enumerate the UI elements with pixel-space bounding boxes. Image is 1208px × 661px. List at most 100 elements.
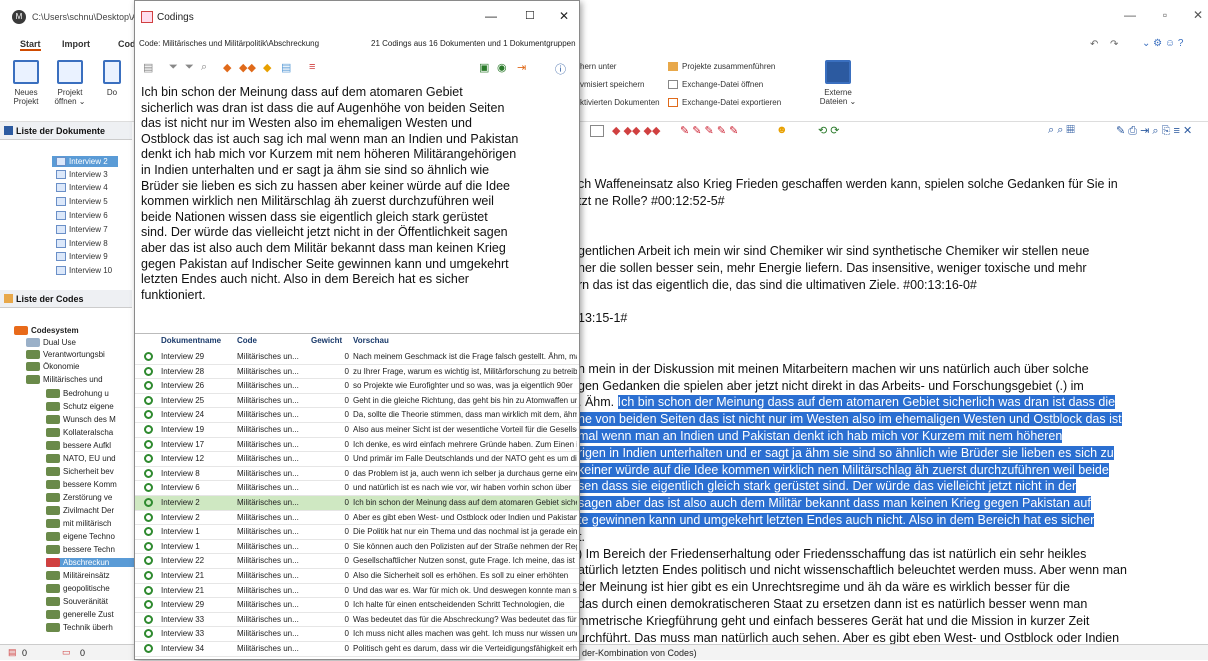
code-item[interactable]: Ökonomie <box>26 362 79 372</box>
undo-icon[interactable]: ↶ <box>1090 39 1098 50</box>
doc-item[interactable]: Interview 7 <box>56 225 108 235</box>
doc-item[interactable]: Interview 8 <box>56 239 108 249</box>
highlight-pens-icon[interactable]: ✎ ✎ ✎ ✎ ✎ <box>680 124 738 137</box>
code-item[interactable]: Technik überh <box>46 623 113 633</box>
coded-segment-highlight[interactable]: te gewinnen kann und umgekehrt letzten E… <box>578 513 1095 527</box>
table-row[interactable]: Interview 6 Militärisches un... 0 und natür… <box>135 481 579 496</box>
code-item[interactable]: generelle Zust <box>46 610 114 620</box>
doc-item[interactable]: Interview 5 <box>56 197 108 207</box>
doc-item-interview-2[interactable]: Interview 2 <box>52 156 118 168</box>
table-row[interactable]: Interview 1 Militärisches un... 0 Sie könne… <box>135 540 579 555</box>
code-item[interactable]: Wunsch des M <box>46 415 116 425</box>
dialog-close-button[interactable]: ✕ <box>559 9 569 23</box>
minimize-button[interactable]: — <box>1120 8 1140 24</box>
doc-icon[interactable]: ▤ <box>143 61 153 74</box>
tab-codes[interactable]: Cod <box>118 39 136 49</box>
dialog-minimize-button[interactable]: — <box>485 9 497 23</box>
table-row[interactable]: Interview 26 Militärisches un... 0 so Proje… <box>135 379 579 394</box>
table-row[interactable]: Interview 25 Militärisches un... 0 Geht in … <box>135 394 579 409</box>
anonymize-item[interactable]: vmisiert speichern <box>580 80 644 89</box>
code-system-root[interactable]: Codesystem <box>14 326 79 336</box>
maximize-button[interactable]: ▫ <box>1155 8 1175 24</box>
filter-off-icon[interactable]: ⏷ <box>185 61 194 74</box>
code-item[interactable]: Militärisches und <box>26 375 103 385</box>
close-button[interactable]: ✕ <box>1188 8 1208 24</box>
doc-button[interactable]: Do <box>92 60 132 97</box>
code-dropdown[interactable] <box>590 125 604 137</box>
coded-segment-highlight[interactable]: sen dass sie eigentlich gleich stark ger… <box>578 479 1077 494</box>
table-row[interactable]: Interview 24 Militärisches un... 0 Da, soll… <box>135 408 579 423</box>
code-item[interactable]: Militäreinsätz <box>46 571 110 581</box>
column-header-document[interactable]: Dokumentname <box>161 334 221 348</box>
coded-segment-highlight[interactable]: he von beiden Seiten das ist nicht nur i… <box>578 412 1122 427</box>
highlight-icon[interactable]: ≡ <box>309 61 315 73</box>
table-row[interactable]: Interview 19 Militärisches un... 0 Also aus… <box>135 423 579 438</box>
external-files-button[interactable]: Externe Dateien ⌄ <box>816 60 860 106</box>
tag-icon[interactable]: ◆ <box>263 61 271 74</box>
code-item[interactable]: Bedrohung u <box>46 389 109 399</box>
coded-segment-highlight[interactable]: rigen in Indien unterhalten und er sagt … <box>578 445 1114 460</box>
code-item[interactable]: geopolitische <box>46 584 110 594</box>
code-item-abschreckung[interactable]: Abschreckun <box>46 558 140 568</box>
dialog-maximize-button[interactable]: ☐ <box>525 9 535 22</box>
column-header-preview[interactable]: Vorschau <box>353 334 389 348</box>
code-item[interactable]: Dual Use <box>26 338 76 348</box>
table-row[interactable]: Interview 21 Militärisches un... 0 Und das … <box>135 584 579 599</box>
doc-item[interactable]: Interview 3 <box>56 170 108 180</box>
activated-docs-item[interactable]: ktivierten Dokumenten <box>580 98 660 107</box>
code-item[interactable]: Sicherheit bev <box>46 467 114 477</box>
table-row[interactable]: Interview 33 Militärisches un... 0 Was bede… <box>135 613 579 628</box>
settings-icon[interactable]: ⌄ ⚙ ☺ ? <box>1142 38 1183 49</box>
info-icon[interactable]: ⓘ <box>555 61 566 77</box>
document-text-area[interactable]: ch Waffeneinsatz also Krieg Frieden gesc… <box>578 144 1208 644</box>
code-item[interactable]: Schutz eigene <box>46 402 114 412</box>
save-as-item[interactable]: hern unter <box>580 62 616 71</box>
doc-item[interactable]: Interview 10 <box>56 266 112 276</box>
exchange-open-item[interactable]: Exchange-Datei öffnen <box>668 80 763 90</box>
table-row[interactable]: Interview 34 Militärisches un... 0 Politisc… <box>135 642 579 657</box>
coded-segment-highlight[interactable]: keiner würde auf die Idee kommen wirklic… <box>578 462 1109 477</box>
export-icon[interactable]: ⇥ <box>517 61 526 74</box>
tab-import[interactable]: Import <box>62 39 90 49</box>
table-row[interactable]: Interview 1 Militärisches un... 0 Die Polit… <box>135 525 579 540</box>
open-project-button[interactable]: Projekt öffnen ⌄ <box>48 60 92 106</box>
doc-item[interactable]: Interview 4 <box>56 183 108 193</box>
new-project-button[interactable]: Neues Projekt <box>4 60 48 106</box>
link-icon[interactable]: ⟲ ⟳ <box>818 124 840 137</box>
coded-segment-highlight[interactable]: Ich bin schon der Meinung dass auf dem a… <box>617 395 1116 410</box>
code-markers-icon[interactable]: ◆ ◆◆ ◆◆ <box>612 124 660 137</box>
search-icon[interactable]: ⌕ ⌕ ▦ <box>1048 124 1075 137</box>
doc-item[interactable]: Interview 6 <box>56 211 108 221</box>
coded-segment-highlight[interactable]: mal wenn man an Indien und Pakistan denk… <box>578 429 1063 443</box>
exchange-export-item[interactable]: Exchange-Datei exportieren <box>668 98 781 108</box>
table-row[interactable]: Interview 8 Militärisches un... 0 das Probl… <box>135 467 579 482</box>
print-icon[interactable]: ✎ ⎙ ⇥ ⌕ ⎘ ≡ ✕ <box>1116 124 1192 138</box>
table-row[interactable]: Interview 28 Militärisches un... 0 zu Ihrer… <box>135 365 579 380</box>
code-marker-icon[interactable]: ◆ <box>223 61 231 74</box>
web-icon[interactable]: ◉ <box>497 61 507 74</box>
code-item[interactable]: NATO, EU und <box>46 454 116 464</box>
table-row[interactable]: Interview 22 Militärisches un... 0 Gesellsc… <box>135 554 579 569</box>
excel-icon[interactable]: ▣ <box>479 61 489 74</box>
code-item[interactable]: bessere Komm <box>46 480 117 490</box>
code-item[interactable]: mit militärisch <box>46 519 111 529</box>
table-row[interactable]: Interview 17 Militärisches un... 0 Ich denk… <box>135 438 579 453</box>
emoticode-icon[interactable]: ☻ <box>776 124 788 136</box>
search-icon[interactable]: ⌕ <box>201 61 207 74</box>
redo-icon[interactable]: ↷ <box>1110 39 1118 50</box>
table-row[interactable]: Interview 21 Militärisches un... 0 Also die… <box>135 569 579 584</box>
table-row[interactable]: Interview 2 Militärisches un... 0 Aber es g… <box>135 511 579 526</box>
table-row[interactable]: Interview 33 Militärisches un... 0 Ich muss… <box>135 627 579 642</box>
table-row[interactable]: Interview 12 Militärisches un... 0 Und prim… <box>135 452 579 467</box>
coded-segment-highlight[interactable]: sagen aber das ist also auch dem Militär… <box>578 496 1091 511</box>
code-item[interactable]: bessere Aufkl <box>46 441 111 451</box>
code-item[interactable]: Verantwortungsbi <box>26 350 105 360</box>
merge-projects-item[interactable]: Projekte zusammenführen <box>668 62 775 72</box>
code-item[interactable]: Kollateralscha <box>46 428 113 438</box>
code-markers-icon[interactable]: ◆◆ <box>239 61 256 74</box>
list-icon[interactable]: ▤ <box>281 61 291 74</box>
code-item[interactable]: Zivilmacht Der <box>46 506 114 516</box>
code-item[interactable]: Souveränität <box>46 597 108 607</box>
table-row[interactable]: Interview 2 Militärisches un... 0 Ich bin s… <box>135 496 579 511</box>
column-header-code[interactable]: Code <box>237 334 257 348</box>
